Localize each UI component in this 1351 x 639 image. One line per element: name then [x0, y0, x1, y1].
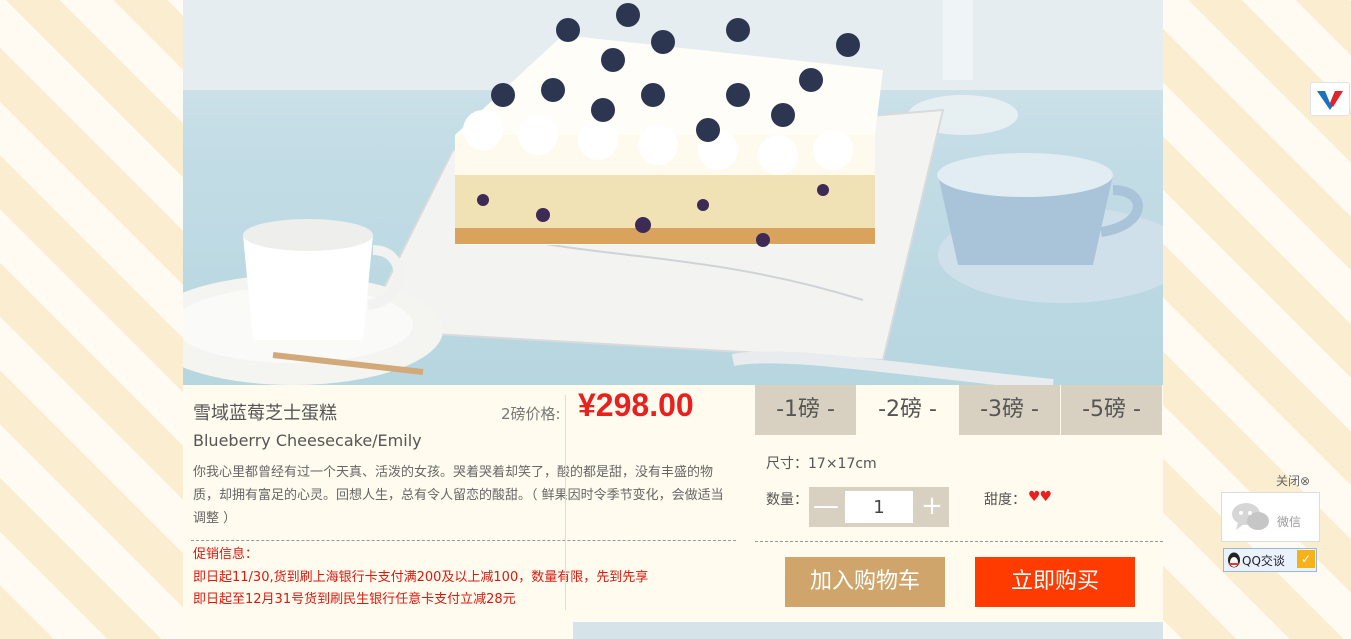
product-name-cn: 雪域蓝莓芝士蛋糕: [193, 403, 337, 424]
quantity-stepper: — +: [809, 487, 949, 527]
v-logo-icon[interactable]: [1310, 82, 1350, 116]
qq-chat-label: QQ交谈: [1242, 554, 1285, 568]
product-price: ¥298.00: [578, 387, 694, 423]
cake-photo: [183, 0, 1163, 385]
size-tabs: -1磅 - -2磅 - -3磅 - -5磅 -: [755, 385, 1163, 435]
tab-size-5lb[interactable]: -5磅 -: [1061, 385, 1162, 435]
increase-button[interactable]: +: [915, 487, 949, 527]
product-description: 你我心里都曾经有过一个天真、活泼的女孩。哭着哭着却笑了，酸的都是甜，没有丰盛的物…: [193, 465, 724, 526]
size-dimension: 尺寸：17×17cm: [766, 456, 877, 472]
promo-item: 即日起至12月31号货到刷民生银行任意卡支付立减28元: [193, 592, 516, 607]
price-label: 2磅价格:: [501, 405, 561, 423]
divider: [755, 541, 1163, 542]
divider: [565, 395, 566, 610]
decrease-button[interactable]: —: [809, 487, 843, 527]
quantity-label: 数量：: [766, 492, 808, 508]
qq-chat-button[interactable]: QQ交谈 ✓: [1223, 548, 1317, 572]
promo-item: 即日起11/30,货到刷上海银行卡支付满200及以上减100，数量有限，先到先享: [193, 570, 649, 585]
promo-label: 促销信息：: [193, 547, 259, 562]
wechat-label: 微信: [1277, 515, 1302, 529]
tab-size-3lb[interactable]: -3磅 -: [959, 385, 1060, 435]
divider: [191, 540, 736, 541]
qq-penguin-icon: [1228, 552, 1240, 568]
sweetness-label: 甜度：: [984, 492, 1026, 508]
product-options: -1磅 - -2磅 - -3磅 - -5磅 - 尺寸：17×17cm 数量： —…: [755, 385, 1163, 620]
tab-size-1lb[interactable]: -1磅 -: [755, 385, 856, 435]
next-product-image: [573, 622, 1163, 639]
product-image: [183, 0, 1163, 385]
heart-icon: ♥♥: [1028, 489, 1052, 505]
wechat-widget[interactable]: 微信: [1221, 492, 1320, 542]
wechat-icon: [1232, 503, 1269, 530]
product-name-en: Blueberry Cheesecake/Emily: [193, 431, 422, 450]
close-widget-button[interactable]: 关闭⊗: [1276, 472, 1310, 489]
quantity-input[interactable]: [845, 491, 913, 523]
add-to-cart-button[interactable]: 加入购物车: [785, 557, 945, 607]
check-icon: ✓: [1297, 550, 1315, 568]
tab-size-2lb[interactable]: -2磅 -: [857, 385, 958, 435]
buy-now-button[interactable]: 立即购买: [975, 557, 1135, 607]
product-panel: 雪域蓝莓芝士蛋糕 Blueberry Cheesecake/Emily 2磅价格…: [183, 0, 1163, 639]
product-info: 雪域蓝莓芝士蛋糕 Blueberry Cheesecake/Emily 2磅价格…: [183, 385, 748, 615]
